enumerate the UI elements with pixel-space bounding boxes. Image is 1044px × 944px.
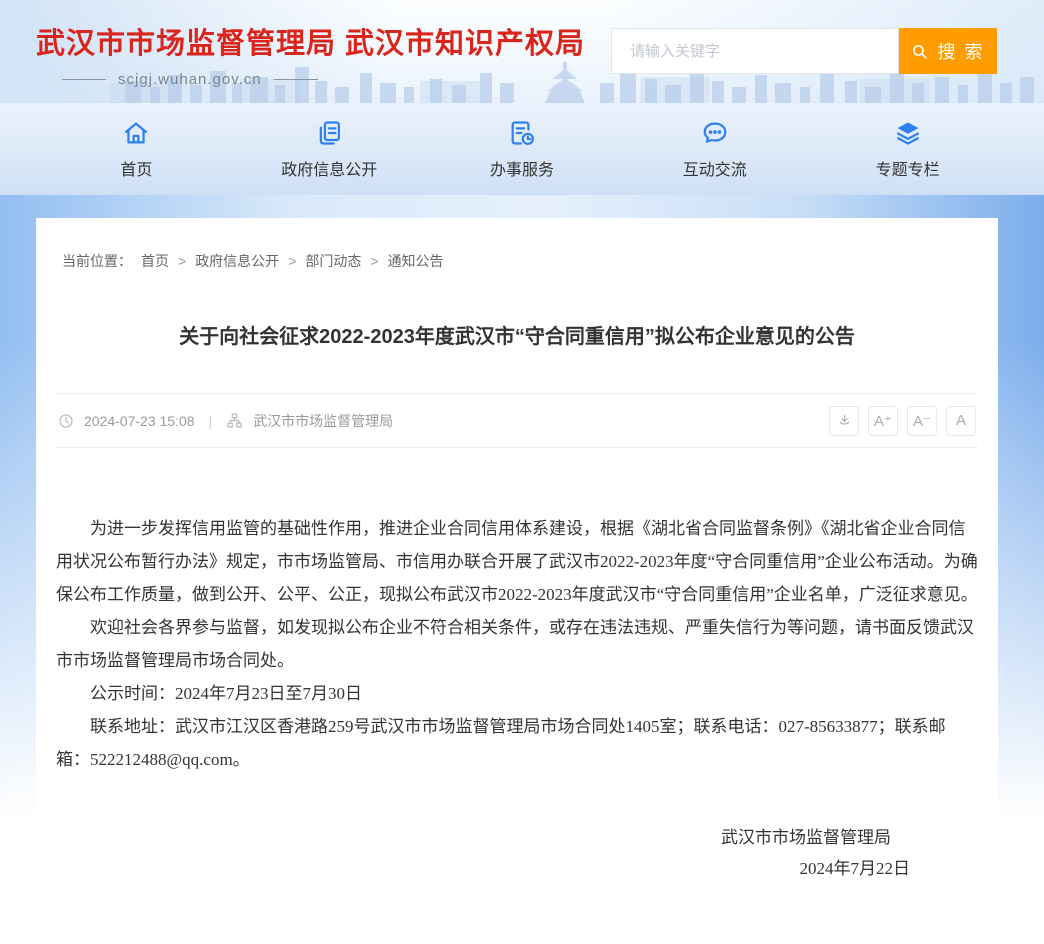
nav-item-special-topics[interactable]: 专题专栏 — [811, 103, 1004, 195]
signature-org: 武汉市市场监督管理局 — [56, 822, 891, 853]
breadcrumb: 当前位置： 首页 > 政府信息公开 > 部门动态 > 通知公告 — [56, 218, 978, 271]
breadcrumb-item-home[interactable]: 首页 — [141, 251, 169, 271]
clock-icon — [58, 413, 74, 429]
font-decrease-button[interactable]: A⁻ — [907, 406, 937, 436]
article-toolbar: A⁺ A⁻ A — [829, 406, 976, 436]
search-input[interactable] — [611, 28, 899, 74]
breadcrumb-separator: > — [178, 253, 186, 269]
nav-item-interaction[interactable]: 互动交流 — [618, 103, 811, 195]
breadcrumb-item-notices[interactable]: 通知公告 — [388, 251, 444, 271]
main-nav: 首页 政府信息公开 办事服务 互动交流 专题 — [0, 103, 1044, 195]
nav-item-label: 专题专栏 — [876, 156, 940, 180]
article-paragraph: 为进一步发挥信用监管的基础性作用，推进企业合同信用体系建设，根据《湖北省合同监督… — [56, 512, 978, 611]
nav-item-label: 政府信息公开 — [281, 156, 377, 180]
site-url-row: scjgj.wuhan.gov.cn — [62, 71, 318, 88]
search-box: 搜 索 — [611, 28, 997, 74]
site-banner: 武汉市市场监督管理局 武汉市知识产权局 scjgj.wuhan.gov.cn 搜… — [0, 0, 1044, 103]
article-meta: 2024-07-23 15:08 | 武汉市市场监督管理局 — [58, 411, 393, 431]
search-button-label: 搜 索 — [937, 38, 984, 64]
article-signature: 武汉市市场监督管理局 2024年7月22日 — [56, 822, 978, 884]
nav-item-label: 互动交流 — [683, 156, 747, 180]
breadcrumb-item-dept-news[interactable]: 部门动态 — [305, 251, 361, 271]
content-card: 当前位置： 首页 > 政府信息公开 > 部门动态 > 通知公告 关于向社会征求2… — [36, 218, 998, 944]
nav-item-home[interactable]: 首页 — [40, 103, 233, 195]
font-reset-button[interactable]: A — [946, 406, 976, 436]
breadcrumb-separator: > — [370, 253, 378, 269]
article-paragraph: 公示时间：2024年7月23日至7月30日 — [56, 677, 978, 710]
source-sitemap-icon — [226, 412, 243, 429]
nav-item-label: 首页 — [120, 156, 152, 180]
chat-icon — [701, 119, 729, 147]
meta-separator: | — [205, 413, 217, 429]
article-paragraph: 联系地址：武汉市江汉区香港路259号武汉市市场监督管理局市场合同处1405室；联… — [56, 710, 978, 776]
article-paragraph: 欢迎社会各界参与监督，如发现拟公布企业不符合相关条件，或存在违法违规、严重失信行… — [56, 611, 978, 677]
breadcrumb-item-gov-info[interactable]: 政府信息公开 — [195, 251, 279, 271]
search-icon — [911, 43, 928, 60]
dash-decoration — [62, 79, 106, 80]
breadcrumb-separator: > — [288, 253, 296, 269]
download-button[interactable] — [829, 406, 859, 436]
site-url: scjgj.wuhan.gov.cn — [118, 71, 262, 88]
service-clock-icon — [508, 119, 536, 147]
layers-icon — [894, 119, 922, 147]
dash-decoration — [274, 79, 318, 80]
download-icon — [837, 413, 852, 428]
breadcrumb-label: 当前位置： — [62, 251, 132, 271]
nav-item-label: 办事服务 — [490, 156, 554, 180]
article-meta-bar: 2024-07-23 15:08 | 武汉市市场监督管理局 A⁺ A⁻ A — [56, 393, 978, 448]
article-body: 为进一步发挥信用监管的基础性作用，推进企业合同信用体系建设，根据《湖北省合同监督… — [56, 512, 978, 776]
article-source: 武汉市市场监督管理局 — [253, 411, 393, 431]
publish-time: 2024-07-23 15:08 — [84, 413, 195, 429]
home-icon — [122, 119, 150, 147]
search-button[interactable]: 搜 索 — [899, 28, 997, 74]
nav-item-services[interactable]: 办事服务 — [426, 103, 619, 195]
signature-date: 2024年7月22日 — [56, 853, 910, 884]
site-title: 武汉市市场监督管理局 武汉市知识产权局 — [36, 20, 585, 62]
font-increase-button[interactable]: A⁺ — [868, 406, 898, 436]
site-identity: 武汉市市场监督管理局 武汉市知识产权局 scjgj.wuhan.gov.cn — [36, 20, 585, 88]
nav-item-gov-info[interactable]: 政府信息公开 — [233, 103, 426, 195]
documents-icon — [315, 119, 343, 147]
article-title: 关于向社会征求2022-2023年度武汉市“守合同重信用”拟公布企业意见的公告 — [116, 321, 918, 353]
